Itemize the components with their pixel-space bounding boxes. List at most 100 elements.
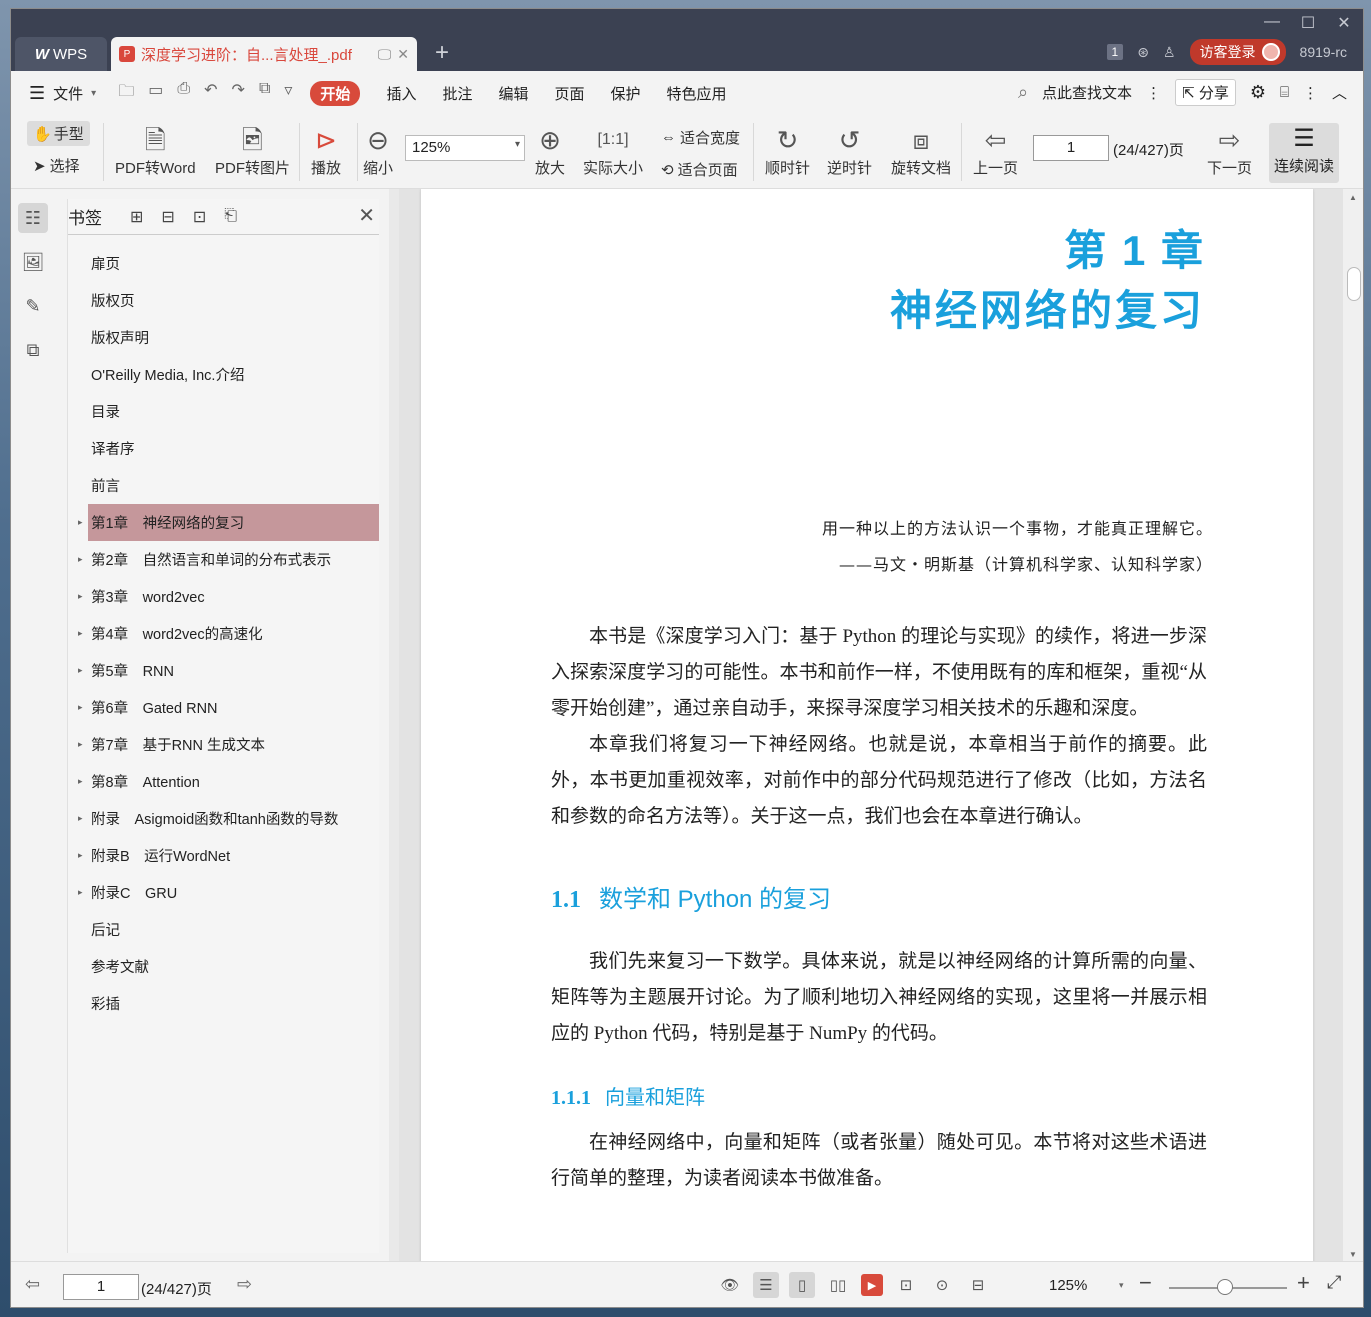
expand-caret-icon[interactable]: ▸ bbox=[78, 554, 83, 565]
expand-caret-icon[interactable]: ▸ bbox=[78, 739, 83, 750]
close-icon[interactable]: ✕ bbox=[358, 203, 375, 228]
expand-caret-icon[interactable]: ▸ bbox=[78, 813, 83, 824]
pdf-to-image-button[interactable]: 🖻 PDF转图片 bbox=[215, 123, 290, 178]
save-icon[interactable]: ▭ bbox=[148, 80, 163, 107]
scroll-up-icon[interactable]: ▲ bbox=[1349, 193, 1357, 202]
minimize-button[interactable]: — bbox=[1263, 13, 1281, 33]
eye-protection-icon[interactable]: 👁 bbox=[717, 1272, 743, 1298]
bookmark-item[interactable]: ▸ 第7章 基于RNN 生成文本 bbox=[68, 726, 379, 763]
tab-insert[interactable]: 插入 bbox=[386, 83, 416, 104]
zoom-out-button[interactable]: ⊖ 缩小 bbox=[363, 123, 393, 178]
bookmark-item[interactable]: 版权声明 bbox=[68, 319, 379, 356]
collapse-ribbon-icon[interactable]: ︿ bbox=[1332, 82, 1347, 103]
open-folder-icon[interactable]: 🗀 bbox=[118, 80, 134, 107]
shirt-icon[interactable]: ♙ bbox=[1163, 44, 1176, 61]
chevron-down-icon[interactable]: ▾ bbox=[1119, 1280, 1124, 1291]
more-vertical-icon[interactable]: ⋮ bbox=[1146, 84, 1161, 102]
bookmark-item[interactable]: 译者序 bbox=[68, 430, 379, 467]
thumbnail-panel-icon[interactable]: 🖼 bbox=[18, 247, 48, 277]
status-next-page-icon[interactable]: ⇨ bbox=[237, 1274, 252, 1295]
add-tab-button[interactable]: + bbox=[435, 39, 449, 67]
expand-caret-icon[interactable]: ▸ bbox=[78, 665, 83, 676]
expand-all-icon[interactable]: ⊞ bbox=[130, 207, 143, 227]
comment-icon[interactable]: ⌸ bbox=[1280, 84, 1289, 101]
maximize-button[interactable]: ☐ bbox=[1299, 13, 1317, 33]
bookmark-item[interactable]: ▸ 附录C GRU bbox=[68, 874, 379, 911]
bookmark-item[interactable]: ▸ 附录B 运行WordNet bbox=[68, 837, 379, 874]
fullscreen-icon[interactable]: ⤢ bbox=[1327, 1272, 1341, 1293]
skin-icon[interactable]: ⊛ bbox=[1137, 44, 1149, 61]
bookmark-panel-icon[interactable]: ☷ bbox=[18, 203, 48, 233]
two-page-icon[interactable]: ▯▯ bbox=[825, 1272, 851, 1298]
bookmark-item[interactable]: 后记 bbox=[68, 911, 379, 948]
print-icon[interactable]: ⎙ bbox=[177, 80, 190, 107]
more-dropdown-icon[interactable]: ▿ bbox=[284, 80, 292, 107]
scrollbar-thumb[interactable] bbox=[1347, 267, 1361, 301]
undo-icon[interactable]: ↶ bbox=[204, 80, 217, 107]
actual-size-button[interactable]: [1:1] 实际大小 bbox=[583, 123, 643, 178]
tab-wps-home[interactable]: W WPS bbox=[15, 37, 107, 71]
bookmark-item[interactable]: 彩插 bbox=[68, 985, 379, 1022]
zoom-slider-knob[interactable] bbox=[1217, 1279, 1233, 1295]
single-page-icon[interactable]: ▯ bbox=[789, 1272, 815, 1298]
window-count-badge[interactable]: 1 bbox=[1106, 44, 1124, 60]
tab-edit[interactable]: 编辑 bbox=[498, 83, 528, 104]
tab-page[interactable]: 页面 bbox=[554, 83, 584, 104]
actual-size-icon[interactable]: ⊡ bbox=[893, 1272, 919, 1298]
bookmark-item[interactable]: 版权页 bbox=[68, 282, 379, 319]
bookmark-item[interactable]: ▸ 附录 Asigmoid函数和tanh函数的导数 bbox=[68, 800, 379, 837]
tab-comment[interactable]: 批注 bbox=[442, 83, 472, 104]
fit-page-button[interactable]: ⟲ 适合页面 bbox=[661, 159, 738, 180]
expand-caret-icon[interactable]: ▸ bbox=[78, 850, 83, 861]
rotate-counterclockwise-button[interactable]: ↺ 逆时针 bbox=[827, 123, 872, 178]
add-bookmark-icon[interactable]: ⊡ bbox=[193, 207, 206, 227]
bookmark-item[interactable]: ▸ 第6章 Gated RNN bbox=[68, 689, 379, 726]
continuous-view-icon[interactable]: ☰ bbox=[753, 1272, 779, 1298]
bookmark-item[interactable]: 扉页 bbox=[68, 245, 379, 282]
annotation-panel-icon[interactable]: ✎ bbox=[18, 291, 48, 321]
bookmark-item[interactable]: O'Reilly Media, Inc.介绍 bbox=[68, 356, 379, 393]
expand-caret-icon[interactable]: ▸ bbox=[78, 702, 83, 713]
search-text-button[interactable]: 点此查找文本 bbox=[1042, 82, 1132, 103]
share-button[interactable]: ⇱ 分享 bbox=[1175, 79, 1236, 106]
select-tool-button[interactable]: ➤ 选择 bbox=[33, 155, 80, 176]
bookmark-item[interactable]: ▸ 第2章 自然语言和单词的分布式表示 bbox=[68, 541, 379, 578]
bookmark-item[interactable]: 参考文献 bbox=[68, 948, 379, 985]
redo-icon[interactable]: ↷ bbox=[232, 80, 245, 107]
scroll-down-icon[interactable]: ▼ bbox=[1349, 1250, 1357, 1259]
expand-caret-icon[interactable]: ▸ bbox=[78, 517, 83, 528]
fit-page-icon[interactable]: ⊙ bbox=[929, 1272, 955, 1298]
fit-width-icon[interactable]: ⊟ bbox=[965, 1272, 991, 1298]
bookmark-item[interactable]: ▸ 第5章 RNN bbox=[68, 652, 379, 689]
bookmark-item[interactable]: ▸ 第3章 word2vec bbox=[68, 578, 379, 615]
zoom-select[interactable]: 125% ▾ bbox=[405, 135, 525, 161]
zoom-minus-icon[interactable]: − bbox=[1139, 1270, 1152, 1296]
tab-start[interactable]: 开始 bbox=[310, 80, 361, 106]
export-image-icon[interactable]: ⧉ bbox=[259, 80, 270, 107]
close-tab-icon[interactable]: ✕ bbox=[397, 46, 409, 63]
bookmark-item[interactable]: 前言 bbox=[68, 467, 379, 504]
attachment-panel-icon[interactable]: ⧉ bbox=[18, 335, 48, 365]
close-window-button[interactable]: ✕ bbox=[1335, 13, 1353, 33]
slideshow-icon[interactable]: ▶ bbox=[861, 1274, 883, 1296]
hand-tool-button[interactable]: ✋ 手型 bbox=[27, 121, 90, 146]
monitor-icon[interactable]: 🖵 bbox=[378, 46, 392, 63]
bookmark-item[interactable]: ▸ 第4章 word2vec的高速化 bbox=[68, 615, 379, 652]
pdf-to-word-button[interactable]: 🗎 PDF转Word bbox=[115, 123, 196, 178]
more-options-icon[interactable]: ⋮ bbox=[1303, 84, 1318, 102]
expand-caret-icon[interactable]: ▸ bbox=[78, 776, 83, 787]
bookmark-item[interactable]: ▸ 第1章 神经网络的复习 bbox=[78, 504, 379, 541]
expand-caret-icon[interactable]: ▸ bbox=[78, 628, 83, 639]
file-menu[interactable]: ☰ 文件 ▾ bbox=[11, 83, 96, 104]
vertical-scrollbar[interactable]: ▲ ▼ bbox=[1343, 189, 1363, 1261]
expand-caret-icon[interactable]: ▸ bbox=[78, 887, 83, 898]
bookmark-item[interactable]: ▸ 第8章 Attention bbox=[68, 763, 379, 800]
expand-caret-icon[interactable]: ▸ bbox=[78, 591, 83, 602]
panel-divider[interactable] bbox=[389, 189, 399, 1261]
rotate-clockwise-button[interactable]: ↻ 顺时针 bbox=[765, 123, 810, 178]
tab-special[interactable]: 特色应用 bbox=[667, 83, 727, 104]
status-page-input[interactable]: 1 bbox=[63, 1274, 139, 1300]
collapse-all-icon[interactable]: ⊟ bbox=[161, 207, 174, 227]
zoom-plus-icon[interactable]: + bbox=[1297, 1270, 1310, 1296]
next-page-button[interactable]: ⇨ 下一页 bbox=[1207, 123, 1252, 178]
